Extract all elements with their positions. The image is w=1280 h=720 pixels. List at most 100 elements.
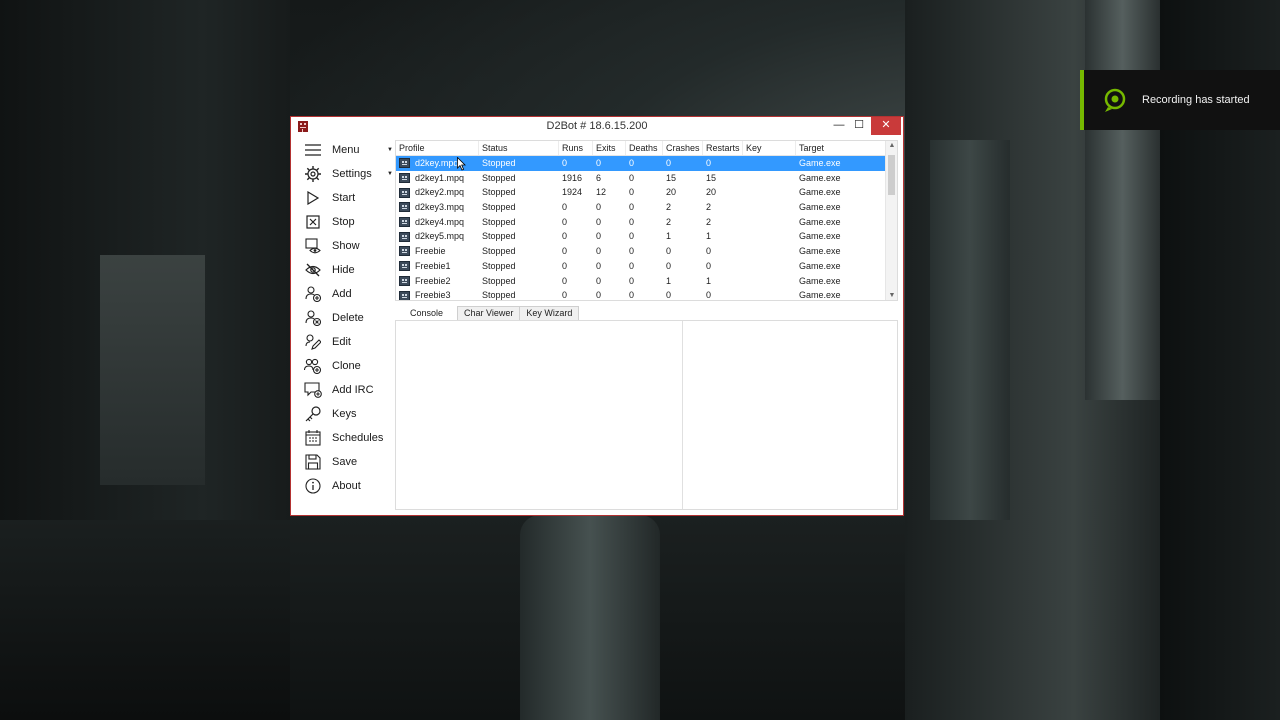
- sidebar-item-label: Save: [332, 456, 358, 468]
- table-row[interactable]: d2key3.mpq Stopped 0 0 0 2 2 Game.exe: [396, 200, 897, 215]
- tab-key-wizard[interactable]: Key Wizard: [519, 306, 580, 320]
- cell-target: Game.exe: [799, 246, 841, 257]
- cell-restarts: 0: [706, 246, 712, 257]
- column-header-status[interactable]: Status: [479, 141, 559, 155]
- cell-crashes: 15: [666, 172, 677, 183]
- scroll-down-arrow-icon[interactable]: ▼: [887, 292, 897, 299]
- sidebar-item-show[interactable]: Show: [298, 234, 395, 258]
- d2bot-window: D2Bot # 18.6.15.200 — ☐ ✕ Menu ▼ Setting…: [290, 116, 904, 516]
- sidebar-item-edit[interactable]: Edit: [298, 330, 395, 354]
- info-icon: [304, 477, 322, 495]
- table-row[interactable]: d2key2.mpq Stopped 1924 12 0 20 20 Game.exe: [396, 185, 897, 200]
- cell-deaths: 0: [629, 158, 635, 168]
- cell-target: Game.exe: [799, 187, 841, 198]
- sidebar-item-add-irc[interactable]: Add IRC: [298, 378, 395, 402]
- column-header-key[interactable]: Key: [743, 141, 796, 155]
- table-row[interactable]: Freebie Stopped 0 0 0 0 0 Game.exe: [396, 244, 897, 259]
- cell-exits: 12: [596, 187, 607, 198]
- sidebar-item-label: Hide: [332, 264, 355, 276]
- cell-deaths: 0: [629, 260, 635, 271]
- column-header-runs[interactable]: Runs: [559, 141, 593, 155]
- cell-runs: 0: [562, 158, 568, 168]
- profile-icon: [399, 231, 410, 242]
- minimize-button[interactable]: —: [829, 117, 849, 135]
- table-row[interactable]: d2key5.mpq Stopped 0 0 0 1 1 Game.exe: [396, 229, 897, 244]
- sidebar-item-label: Start: [332, 192, 356, 204]
- cell-key: [743, 215, 796, 230]
- sidebar-item-stop[interactable]: Stop: [298, 210, 395, 234]
- table-header: Profile Status Runs Exits Deaths Crashes…: [396, 141, 897, 156]
- column-header-restarts[interactable]: Restarts: [703, 141, 743, 155]
- cell-runs: 0: [562, 246, 568, 257]
- cell-target: Game.exe: [799, 290, 841, 301]
- table-row[interactable]: d2key4.mpq Stopped 0 0 0 2 2 Game.exe: [396, 215, 897, 230]
- cell-key: [743, 156, 796, 171]
- table-scrollbar[interactable]: ▲ ▼: [885, 141, 897, 300]
- cell-key: [743, 185, 796, 200]
- column-header-exits[interactable]: Exits: [593, 141, 626, 155]
- sidebar-item-keys[interactable]: Keys: [298, 402, 395, 426]
- scrollbar-thumb[interactable]: [888, 155, 895, 195]
- title-bar[interactable]: D2Bot # 18.6.15.200 — ☐ ✕: [291, 117, 903, 137]
- cell-restarts: 1: [706, 275, 712, 286]
- table-row[interactable]: d2key.mpq Stopped 0 0 0 0 0 Game.exe: [396, 156, 897, 171]
- column-header-crashes[interactable]: Crashes: [663, 141, 703, 155]
- sidebar-item-schedules[interactable]: Schedules: [298, 426, 395, 450]
- sidebar-item-settings[interactable]: Settings ▼: [298, 162, 395, 186]
- cell-key: [743, 288, 796, 300]
- cell-target: Game.exe: [799, 275, 841, 286]
- cell-target: Game.exe: [799, 216, 841, 227]
- profile-name: d2key4.mpq: [415, 216, 465, 227]
- sidebar-item-add[interactable]: Add: [298, 282, 395, 306]
- cell-restarts: 15: [706, 172, 717, 183]
- cell-runs: 1924: [562, 187, 583, 198]
- play-icon: [304, 189, 322, 207]
- column-header-profile[interactable]: Profile: [396, 141, 479, 155]
- bottom-tabs: Console Char Viewer Key Wizard: [395, 306, 580, 320]
- maximize-button[interactable]: ☐: [849, 117, 869, 135]
- table-row[interactable]: Freebie3 Stopped 0 0 0 0 0 Game.exe: [396, 288, 897, 301]
- tab-console[interactable]: Console: [395, 306, 459, 320]
- sidebar-item-save[interactable]: Save: [298, 450, 395, 474]
- sidebar-item-start[interactable]: Start: [298, 186, 395, 210]
- cell-exits: 6: [596, 172, 602, 183]
- scroll-up-arrow-icon[interactable]: ▲: [887, 142, 897, 149]
- chat-add-icon: [304, 381, 322, 399]
- sidebar-item-label: Show: [332, 240, 360, 252]
- column-header-target[interactable]: Target: [796, 141, 886, 155]
- console-splitter[interactable]: [682, 321, 683, 509]
- profile-icon: [399, 187, 410, 198]
- cell-crashes: 2: [666, 216, 672, 227]
- table-row[interactable]: Freebie1 Stopped 0 0 0 0 0 Game.exe: [396, 259, 897, 274]
- profile-icon: [399, 290, 410, 300]
- sidebar-item-about[interactable]: About: [298, 474, 395, 498]
- cell-restarts: 0: [706, 158, 712, 168]
- save-icon: [304, 453, 322, 471]
- close-button[interactable]: ✕: [871, 117, 901, 135]
- cell-target: Game.exe: [799, 260, 841, 271]
- column-header-deaths[interactable]: Deaths: [626, 141, 663, 155]
- sidebar-item-menu[interactable]: Menu ▼: [298, 138, 395, 162]
- notification-text: Recording has started: [1142, 94, 1250, 106]
- cell-runs: 0: [562, 275, 568, 286]
- cell-restarts: 1: [706, 231, 712, 242]
- table-row[interactable]: d2key1.mpq Stopped 1916 6 0 15 15 Game.exe: [396, 171, 897, 186]
- cell-profile: Freebie: [396, 244, 479, 259]
- sidebar-item-label: Clone: [332, 360, 361, 372]
- key-icon: [304, 405, 322, 423]
- sidebar-item-label: About: [332, 480, 361, 492]
- tab-char-viewer[interactable]: Char Viewer: [457, 306, 521, 320]
- sidebar-item-delete[interactable]: Delete: [298, 306, 395, 330]
- profile-name: d2key5.mpq: [415, 231, 465, 242]
- eye-icon: [304, 237, 322, 255]
- table-row[interactable]: Freebie2 Stopped 0 0 0 1 1 Game.exe: [396, 274, 897, 289]
- recording-notification: Recording has started: [1080, 70, 1280, 130]
- cell-profile: d2key3.mpq: [396, 200, 479, 215]
- cell-profile: d2key5.mpq: [396, 229, 479, 244]
- sidebar-item-hide[interactable]: Hide: [298, 258, 395, 282]
- cell-target: Game.exe: [799, 172, 841, 183]
- cell-profile: Freebie2: [396, 274, 479, 289]
- sidebar-item-label: Keys: [332, 408, 357, 420]
- sidebar-item-clone[interactable]: Clone: [298, 354, 395, 378]
- cell-exits: 0: [596, 202, 602, 213]
